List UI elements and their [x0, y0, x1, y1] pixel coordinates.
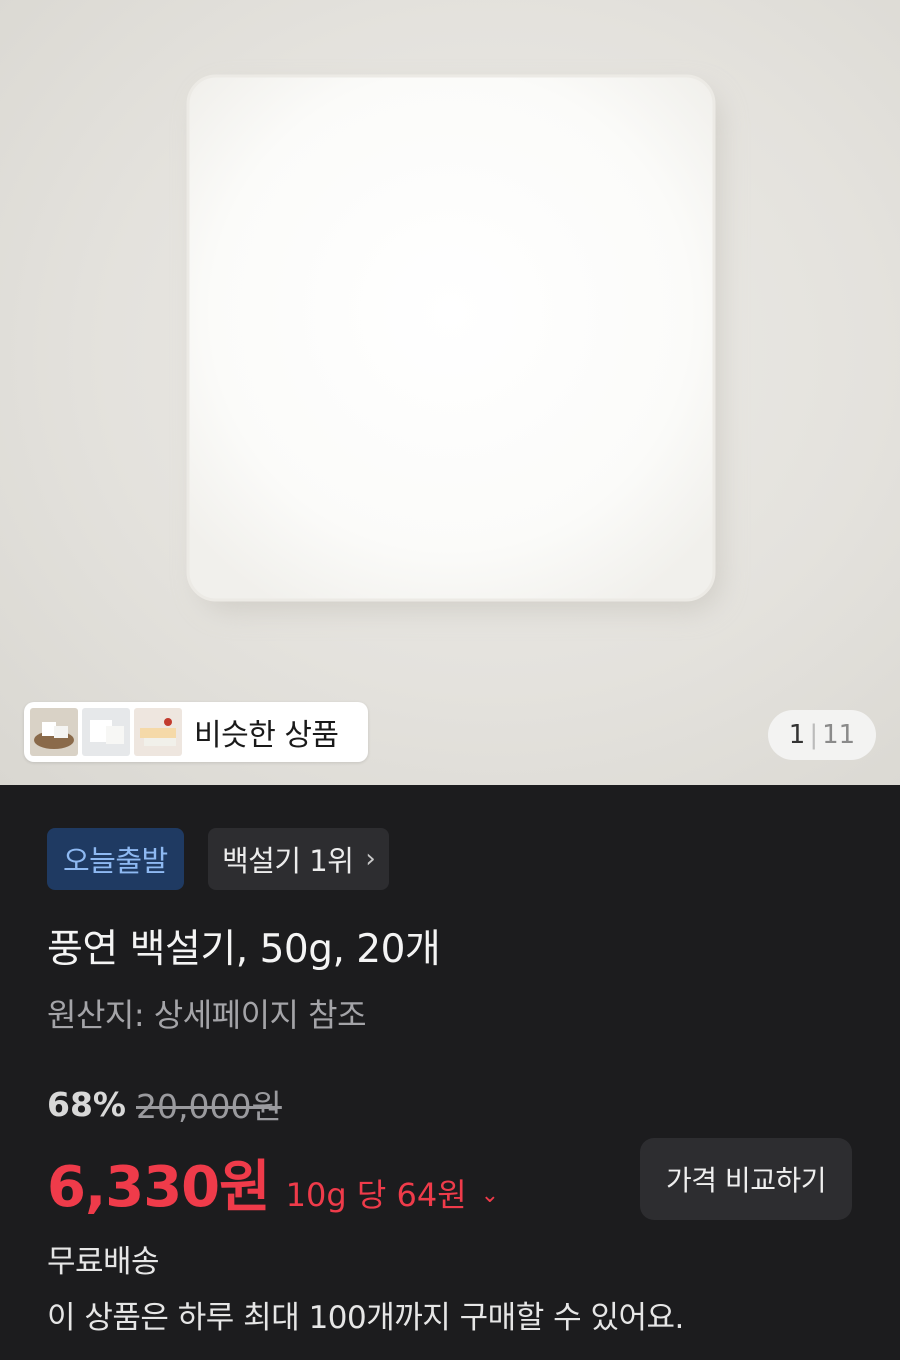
- sale-price: 6,330원: [47, 1155, 271, 1220]
- similar-products-chip[interactable]: 비슷한 상품: [24, 702, 368, 762]
- similar-product-thumbnail: [134, 708, 182, 756]
- shipping-info: 무료배송: [47, 1244, 160, 1280]
- similar-product-thumbnail: [82, 708, 130, 756]
- chevron-right-icon: ›: [365, 844, 376, 874]
- chevron-down-icon[interactable]: ⌄: [481, 1183, 499, 1208]
- page-current: 1: [788, 720, 806, 750]
- price-row: 6,330원 10g 당 64원 ⌄: [47, 1142, 499, 1223]
- original-price: 20,000원: [136, 1087, 282, 1126]
- similar-product-thumbnail: [30, 708, 78, 756]
- similar-products-label: 비슷한 상품: [194, 718, 339, 753]
- discount-row: 68% 20,000원: [47, 1080, 282, 1128]
- price-compare-button[interactable]: 가격 비교하기: [640, 1138, 852, 1220]
- product-title: 풍연 백설기, 50g, 20개: [47, 927, 441, 972]
- image-page-indicator: 1 | 11: [768, 710, 876, 760]
- page-separator: |: [809, 720, 819, 750]
- product-origin: 원산지: 상세페이지 참조: [47, 996, 367, 1034]
- unit-price[interactable]: 10g 당 64원: [286, 1170, 467, 1216]
- page-total: 11: [822, 720, 856, 750]
- product-image-gallery[interactable]: 비슷한 상품 1 | 11: [0, 0, 900, 785]
- today-departure-badge: 오늘출발: [47, 828, 184, 890]
- discount-percent: 68%: [47, 1084, 126, 1124]
- rank-label: 백설기 1위: [222, 844, 354, 878]
- category-rank-badge[interactable]: 백설기 1위 ›: [208, 828, 390, 890]
- purchase-limit-notice: 이 상품은 하루 최대 100개까지 구매할 수 있어요.: [47, 1300, 684, 1336]
- product-image-rice-cake[interactable]: [0, 0, 900, 785]
